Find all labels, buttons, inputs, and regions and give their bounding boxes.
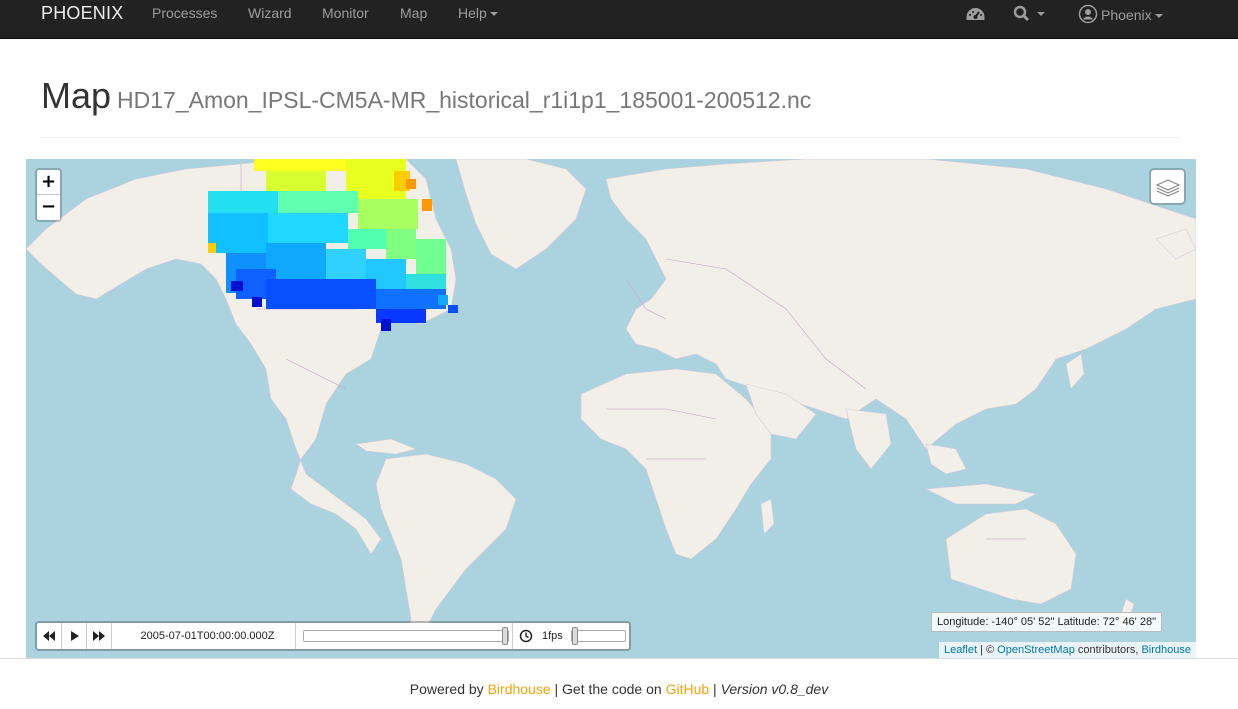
speed-button[interactable] (512, 623, 538, 649)
zoom-control: + − (35, 168, 62, 222)
time-dimension-control: 2005-07-01T00:00:00.000Z 1fps (35, 621, 631, 651)
page-header: Map HD17_Amon_IPSL-CM5A-MR_historical_r1i… (41, 78, 1180, 138)
dataset-filename: HD17_Amon_IPSL-CM5A-MR_historical_r1i1p1… (117, 87, 812, 113)
attribution-contrib: contributors, (1074, 644, 1142, 656)
github-link[interactable]: GitHub (666, 681, 710, 697)
navbar: PHOENIX Processes Wizard Monitor Map Hel… (0, 0, 1238, 39)
chevron-down-icon (1154, 14, 1163, 19)
attribution-sep: | © (977, 644, 998, 656)
version-label: Version v0.8_dev (720, 681, 829, 697)
zoom-out-button[interactable]: − (37, 195, 60, 220)
time-slider[interactable] (303, 627, 509, 645)
nav-help-label: Help (458, 5, 487, 21)
current-time: 2005-07-01T00:00:00.000Z (120, 623, 296, 649)
user-menu[interactable]: Phoenix (1078, 4, 1163, 24)
fps-slider[interactable] (571, 627, 626, 645)
nav-processes[interactable]: Processes (152, 5, 217, 21)
map-canvas[interactable]: + − Longitude: -140° 05' 52" Latitude: 7… (26, 159, 1196, 658)
nav-wizard[interactable]: Wizard (248, 5, 292, 21)
brand-link[interactable]: PHOENIX (41, 3, 123, 24)
dashboard-icon[interactable] (965, 6, 986, 29)
osm-link[interactable]: OpenStreetMap (997, 644, 1075, 656)
clock-icon (519, 629, 533, 643)
zoom-in-button[interactable]: + (37, 170, 60, 195)
step-backward-button[interactable] (37, 623, 62, 649)
play-button[interactable] (62, 623, 87, 649)
birdhouse-attrib-link[interactable]: Birdhouse (1141, 644, 1191, 656)
nav-map[interactable]: Map (400, 5, 427, 21)
chevron-down-icon (489, 12, 498, 17)
search-icon[interactable] (1013, 5, 1045, 28)
backward-icon (43, 631, 55, 641)
play-icon (71, 631, 79, 641)
birdhouse-link[interactable]: Birdhouse (488, 681, 551, 697)
mouse-position: Longitude: -140° 05' 52" Latitude: 72° 4… (931, 612, 1162, 632)
page-title: Map HD17_Amon_IPSL-CM5A-MR_historical_r1i… (41, 78, 1180, 114)
nav-help[interactable]: Help (458, 5, 498, 21)
step-forward-button[interactable] (87, 623, 112, 649)
page-title-text: Map (41, 75, 112, 116)
world-map (26, 159, 1196, 650)
nav-monitor[interactable]: Monitor (322, 5, 369, 21)
leaflet-link[interactable]: Leaflet (944, 644, 977, 656)
footer-powered: Powered by (409, 681, 488, 697)
footer-code: | Get the code on (550, 681, 666, 697)
layers-icon (1155, 179, 1181, 197)
fps-slider-handle[interactable] (572, 627, 578, 645)
user-circle-icon (1078, 4, 1098, 24)
layers-button[interactable] (1149, 168, 1186, 205)
footer-divider (0, 658, 1238, 659)
footer: Powered by Birdhouse | Get the code on G… (0, 681, 1238, 697)
fps-label: 1fps (542, 630, 563, 642)
attribution: Leaflet | © OpenStreetMap contributors, … (938, 642, 1196, 658)
footer-sep: | (709, 681, 721, 697)
time-slider-handle[interactable] (502, 627, 508, 645)
user-name: Phoenix (1101, 7, 1152, 23)
forward-icon (93, 631, 105, 641)
